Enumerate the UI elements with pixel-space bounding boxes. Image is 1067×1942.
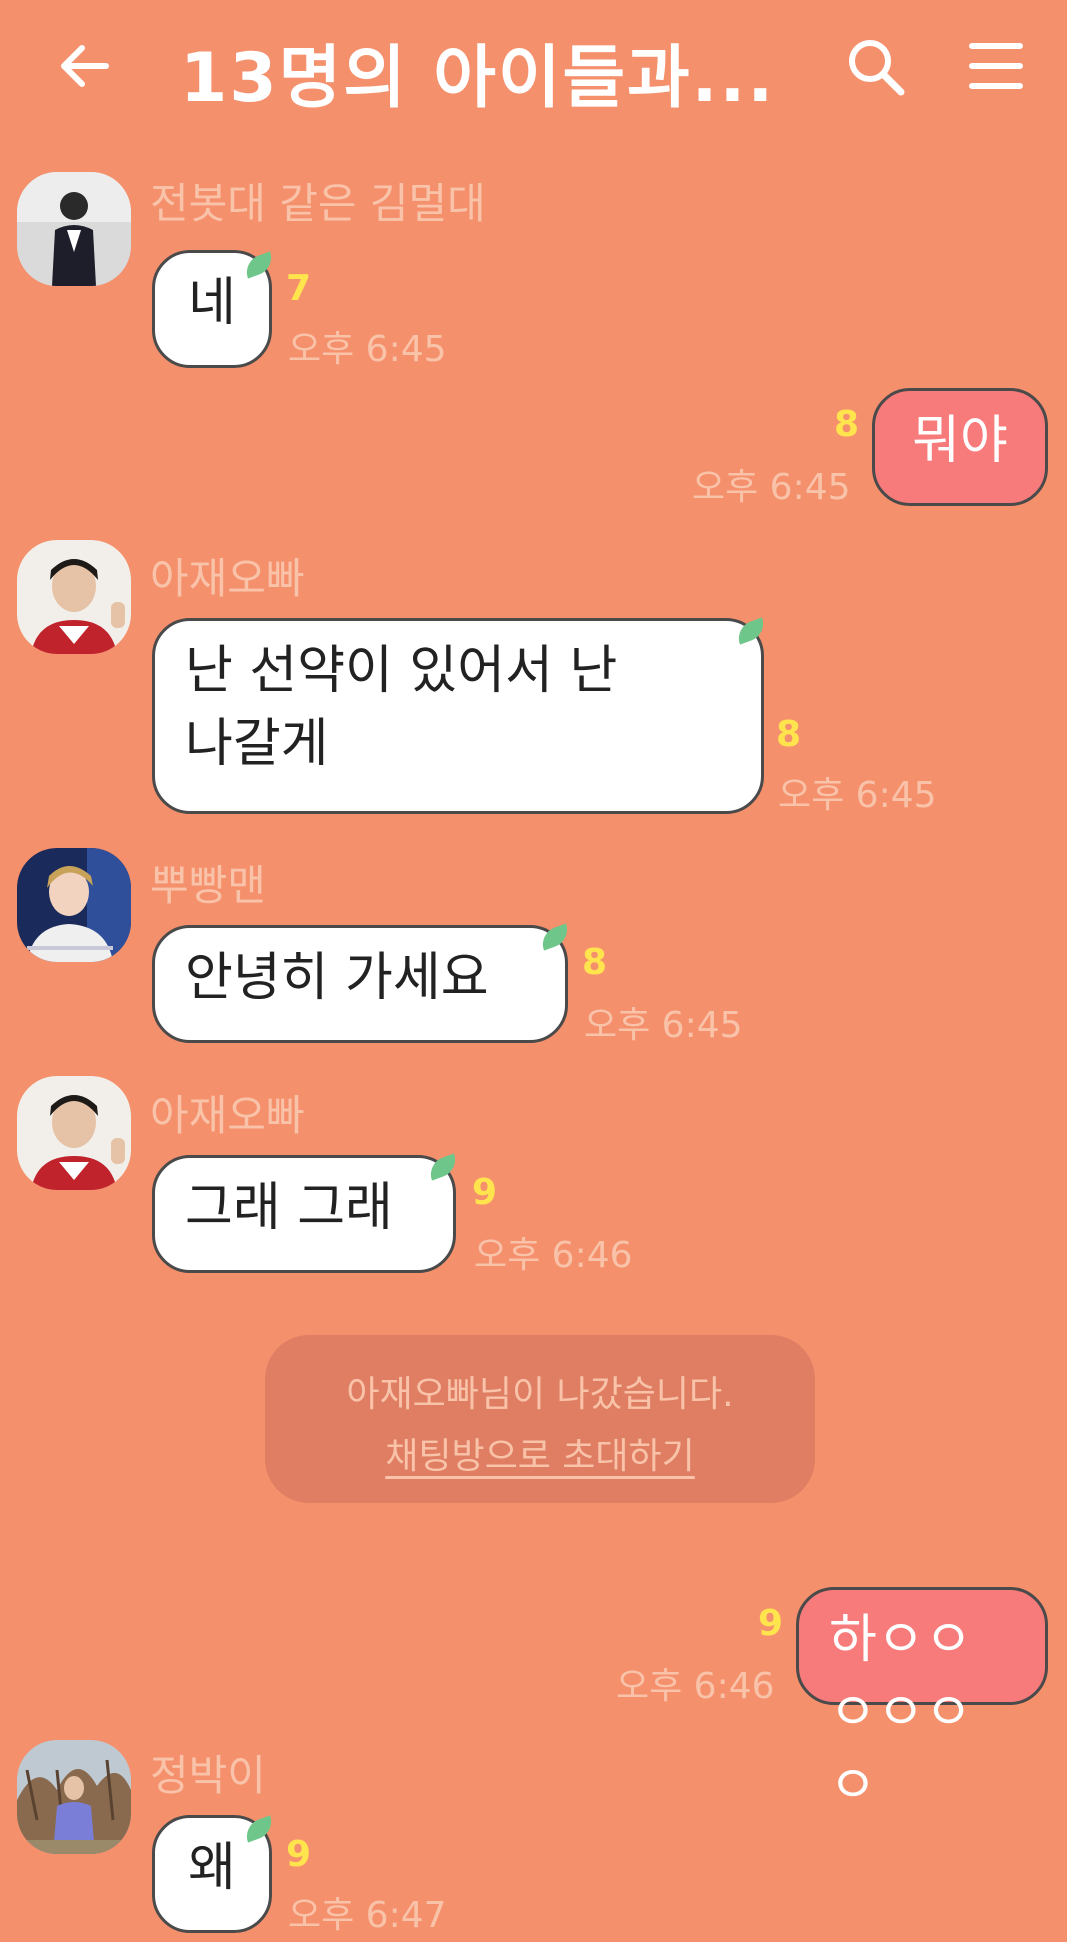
unread-count: 9 [758,1603,784,1644]
message-time: 오후 6:47 [288,1895,447,1936]
avatar[interactable] [17,172,131,286]
search-icon[interactable] [845,36,907,98]
back-arrow-icon[interactable] [56,36,116,96]
avatar[interactable] [17,540,131,654]
avatar[interactable] [17,1076,131,1190]
leave-notice-text: 아재오빠님이 나갔습니다. [346,1374,734,1415]
my-message-bubble[interactable]: 하ㅇㅇㅇㅇㅇㅇ [796,1587,1048,1816]
unread-count: 9 [472,1172,498,1213]
message-text: 그래 그래 [185,1178,393,1238]
message-time: 오후 6:45 [288,329,447,370]
chat-header: 13명의 아이들과... [0,0,1067,140]
message-time: 오후 6:45 [584,1005,743,1046]
sender-name: 전봇대 같은 김멀대 [150,179,486,228]
hamburger-menu-icon[interactable] [968,40,1024,92]
message-bubble[interactable]: 그래 그래 [152,1155,456,1273]
invite-to-chat-link[interactable]: 채팅방으로 초대하기 [265,1427,815,1479]
avatar[interactable] [17,848,131,962]
my-message-bubble[interactable]: 뭐야 [872,388,1048,506]
sender-name: 뿌빵맨 [150,861,266,910]
system-notice: 아재오빠님이 나갔습니다. 채팅방으로 초대하기 [265,1335,815,1503]
chat-room-title: 13명의 아이들과... [180,39,776,118]
unread-count: 8 [582,942,608,983]
message-time: 오후 6:45 [778,775,937,816]
message-text: 안녕히 가세요 [185,948,489,1008]
message-bubble[interactable]: 안녕히 가세요 [152,925,568,1043]
unread-count: 8 [776,714,802,755]
sender-name: 아재오빠 [150,1091,305,1140]
message-text: 왜 [188,1838,236,1898]
avatar[interactable] [17,1740,131,1854]
message-text: 하ㅇㅇㅇㅇㅇㅇ [829,1610,973,1816]
message-text: 뭐야 [912,411,1008,471]
unread-count: 8 [834,404,860,445]
message-time: 오후 6:46 [474,1235,633,1276]
message-text: 난 선약이 있어서 난 나갈게 [185,641,618,774]
sender-name: 정박이 [150,1751,266,1800]
message-time: 오후 6:46 [616,1666,775,1707]
unread-count: 9 [286,1834,312,1875]
message-bubble[interactable]: 난 선약이 있어서 난 나갈게 [152,618,764,814]
message-text: 네 [188,273,236,333]
unread-count: 7 [286,268,312,309]
sender-name: 아재오빠 [150,554,305,603]
message-time: 오후 6:45 [692,467,851,508]
